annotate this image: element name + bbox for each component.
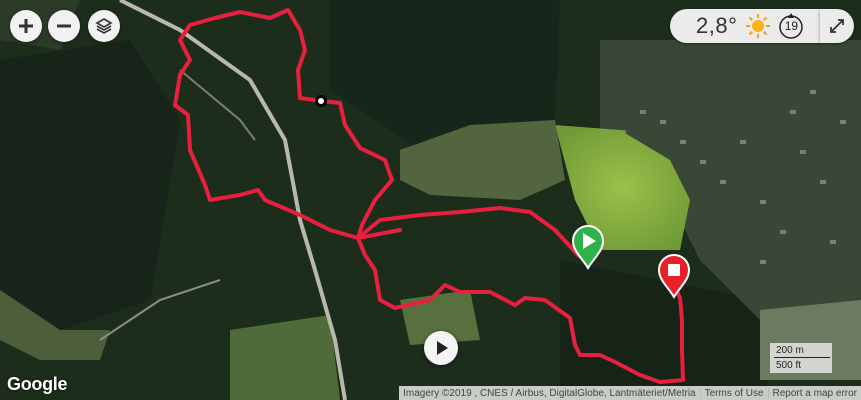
scale-bar: [774, 357, 830, 358]
google-logo: Google: [7, 374, 68, 394]
play-icon: [437, 341, 448, 355]
position-dot-icon: [315, 95, 327, 107]
layers-icon: [95, 18, 113, 34]
map-scale: 200 m 500 ft: [770, 343, 832, 373]
scale-metric: 200 m: [776, 345, 804, 356]
play-button[interactable]: [424, 331, 458, 365]
scale-imperial: 500 ft: [776, 360, 802, 371]
zoom-in-button[interactable]: [10, 10, 42, 42]
layers-button[interactable]: [88, 10, 120, 42]
temperature-value: 2,8°: [696, 13, 738, 38]
report-error-link[interactable]: Report a map error: [767, 387, 861, 399]
imagery-credit: Imagery ©2019 , CNES / Airbus, DigitalGl…: [403, 387, 696, 399]
terms-link[interactable]: Terms of Use: [699, 387, 768, 399]
expand-arrows-icon: [830, 19, 844, 33]
zoom-out-icon: [57, 24, 71, 28]
zoom-out-button[interactable]: [48, 10, 80, 42]
attribution-bar: Imagery ©2019 , CNES / Airbus, DigitalGl…: [399, 386, 861, 400]
weather-widget: 2,8° 19: [670, 9, 820, 43]
expand-button[interactable]: [820, 9, 854, 43]
wind-indicator: 19: [777, 12, 805, 40]
zoom-in-icon: [19, 19, 33, 33]
sun-icon: [746, 14, 771, 38]
wind-speed-value: 19: [784, 19, 799, 33]
